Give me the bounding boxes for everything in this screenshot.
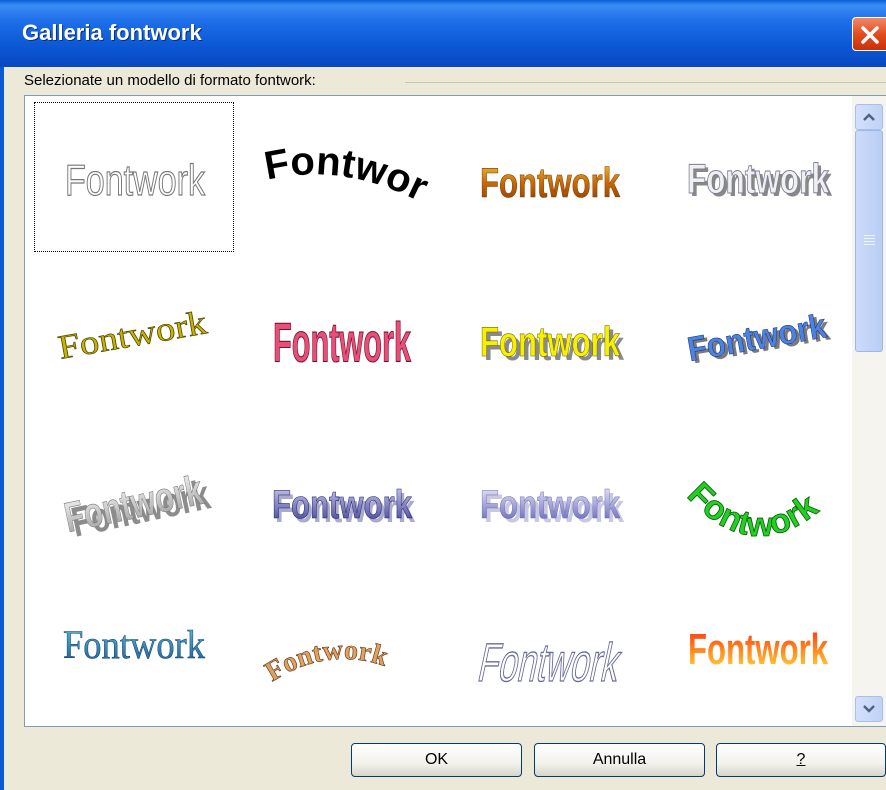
fontwork-style-14-icon: Fontwork (260, 634, 393, 688)
close-button[interactable] (852, 17, 886, 51)
thumb-grip (864, 244, 875, 245)
fontwork-style-2-icon: Fontwork (242, 102, 435, 210)
scroll-thumb[interactable] (855, 130, 883, 352)
fontwork-style-16-icon: Fontwork (688, 625, 828, 674)
fontwork-gallery-dialog: Galleria fontwork Selezionate un modello… (0, 0, 886, 790)
fontwork-style-12-icon: Fontwork (680, 475, 825, 545)
thumb-grip (864, 241, 875, 242)
fontwork-style-7-icon: Fontwork Fontwork (480, 318, 625, 369)
gallery-item[interactable]: Fontwork (34, 264, 234, 414)
fontwork-gallery: Fontwork Fontwork Fontwork Fontwork Font… (24, 95, 886, 727)
fontwork-style-5-icon: Fontwork (55, 304, 210, 367)
svg-text:Fontwork: Fontwork (480, 318, 620, 365)
fontwork-style-6-icon: Fontwork (273, 312, 413, 375)
cancel-button[interactable]: Annulla (534, 743, 705, 777)
close-icon (861, 26, 879, 44)
gallery-item[interactable]: Fontwork Fontwork (658, 102, 858, 252)
fontwork-style-11-icon: Fontwork Fontwork (480, 483, 625, 531)
gallery-item[interactable]: Fontwork Fontwork (658, 264, 858, 414)
thumb-grip (864, 235, 875, 236)
svg-text:Fontwork: Fontwork (65, 156, 206, 205)
svg-text:Fontwork: Fontwork (473, 633, 626, 693)
gallery-item[interactable]: Fontwork (450, 102, 650, 252)
thumb-grip (864, 238, 875, 239)
fontwork-style-9-icon: Fontwork Fontwork (60, 466, 215, 546)
gallery-item[interactable]: Fontwork Fontwork (450, 264, 650, 414)
fontwork-style-8-icon: Fontwork Fontwork (684, 307, 832, 371)
ok-button[interactable]: OK (351, 743, 522, 777)
gallery-item[interactable]: Fontwork (658, 586, 858, 736)
gallery-item[interactable]: Fontwork (450, 586, 650, 736)
group-divider (405, 82, 886, 83)
gallery-item[interactable]: Fontwork (242, 102, 442, 252)
svg-text:Fontwork: Fontwork (480, 159, 620, 206)
window-title: Galleria fontwork (22, 20, 202, 45)
fontwork-style-3-icon: Fontwork (480, 159, 621, 207)
fontwork-style-13-icon: Fontwork (63, 622, 206, 668)
gallery-item[interactable]: Fontwork (34, 102, 234, 252)
window-border (0, 67, 4, 790)
group-label: Selezionate un modello di formato fontwo… (24, 72, 322, 89)
gallery-item[interactable]: Fontwork (658, 426, 858, 576)
gallery-item[interactable]: Fontwork Fontwork (242, 426, 442, 576)
gallery-item[interactable]: Fontwork (242, 586, 442, 736)
svg-text:Fontwork: Fontwork (63, 622, 205, 667)
svg-text:Fontwork: Fontwork (273, 312, 412, 374)
scroll-up-button[interactable] (855, 104, 883, 130)
svg-text:Fontwork: Fontwork (55, 304, 209, 366)
gallery-item[interactable]: Fontwork Fontwork (34, 426, 234, 576)
gallery-item[interactable]: Fontwork (242, 264, 442, 414)
fontwork-style-15-icon: Fontwork (473, 632, 628, 694)
title-bar[interactable]: Galleria fontwork (0, 0, 886, 67)
svg-text:Fontwork: Fontwork (260, 635, 392, 688)
help-button[interactable]: ? (716, 743, 886, 777)
svg-text:Fontwork: Fontwork (480, 483, 621, 527)
svg-text:Fontwork: Fontwork (680, 475, 825, 544)
gallery-item[interactable]: Fontwork Fontwork (450, 426, 650, 576)
help-button-label: ? (796, 751, 806, 768)
chevron-down-icon (863, 705, 875, 713)
fontwork-style-4-icon: Fontwork Fontwork (687, 155, 833, 206)
svg-text:Fontwork: Fontwork (688, 625, 828, 674)
svg-text:Fontwork: Fontwork (242, 102, 435, 210)
gallery-item[interactable]: Fontwork (34, 586, 234, 736)
fontwork-style-1-icon: Fontwork (64, 155, 206, 205)
chevron-up-icon (863, 113, 875, 121)
svg-text:Fontwork: Fontwork (272, 483, 413, 527)
scroll-down-button[interactable] (855, 696, 883, 722)
svg-text:Fontwork: Fontwork (687, 155, 829, 202)
vertical-scrollbar[interactable] (852, 96, 886, 726)
fontwork-style-10-icon: Fontwork Fontwork (272, 483, 416, 531)
